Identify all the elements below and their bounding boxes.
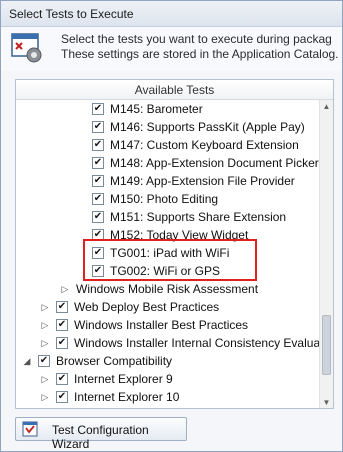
checkbox[interactable] (92, 103, 104, 115)
test-configuration-wizard-button[interactable]: Test Configuration Wizard (15, 417, 187, 451)
checkbox[interactable] (92, 229, 104, 241)
checkbox[interactable] (56, 337, 68, 349)
checkbox[interactable] (92, 175, 104, 187)
checkbox[interactable] (92, 247, 104, 259)
select-tests-dialog: Select Tests to Execute Select the tests… (0, 0, 343, 452)
tree-item-m150[interactable]: M150: Photo Editing (16, 190, 321, 208)
tree-item-windows-installer-best[interactable]: ▷ Windows Installer Best Practices (16, 316, 321, 334)
tree-item-label: Internet Explorer 9 (74, 372, 173, 386)
tree-item-label: M145: Barometer (110, 102, 203, 116)
tree-item-windows-installer-ice[interactable]: ▷ Windows Installer Internal Consistency… (16, 334, 331, 352)
tree-item-label: Web Deploy Best Practices (74, 300, 220, 314)
tree-item-label: TG002: WiFi or GPS (110, 264, 221, 278)
tree-item-browser-compatibility[interactable]: ◢ Browser Compatibility (16, 352, 321, 370)
chevron-down-icon[interactable]: ◢ (22, 355, 32, 367)
scroll-down-icon[interactable]: ▼ (320, 396, 333, 408)
tree-item-label: M148: App-Extension Document Picker (110, 156, 319, 170)
chevron-right-icon[interactable]: ▷ (40, 391, 50, 403)
tree-item-windows-mobile-risk[interactable]: ▷ Windows Mobile Risk Assessment (16, 280, 321, 298)
scrollbar-thumb[interactable] (322, 315, 331, 375)
available-tests-column-header[interactable]: Available Tests (16, 80, 333, 100)
tree-item-label: M147: Custom Keyboard Extension (110, 138, 299, 152)
header-description-line2: These settings are stored in the Applica… (61, 47, 339, 61)
settings-document-icon (11, 33, 42, 63)
tree-item-tg002[interactable]: TG002: WiFi or GPS (16, 262, 321, 280)
checkbox[interactable] (92, 139, 104, 151)
tree-item-label: M151: Supports Share Extension (110, 210, 287, 224)
tree-item-m151[interactable]: M151: Supports Share Extension (16, 208, 321, 226)
chevron-right-icon[interactable]: ▷ (60, 283, 70, 295)
tree-item-label: Browser Compatibility (56, 354, 173, 368)
tree-item-label: Windows Mobile Risk Assessment (76, 282, 259, 296)
test-tree: M145: Barometer M146: Supports PassKit (… (16, 100, 331, 408)
dialog-header: Select the tests you want to execute dur… (1, 27, 342, 71)
chevron-right-icon[interactable]: ▷ (40, 373, 50, 385)
chevron-right-icon[interactable]: ▷ (40, 301, 50, 313)
tree-item-tg001[interactable]: TG001: iPad with WiFi (16, 244, 321, 262)
checkbox[interactable] (92, 157, 104, 169)
checkbox[interactable] (56, 301, 68, 313)
dialog-title: Select Tests to Execute (1, 1, 342, 27)
wizard-button-label: Test Configuration Wizard (52, 423, 149, 451)
header-description-line1: Select the tests you want to execute dur… (61, 32, 332, 46)
checkbox[interactable] (92, 121, 104, 133)
checkbox[interactable] (56, 391, 68, 403)
scroll-up-icon[interactable]: ▲ (320, 100, 333, 114)
tree-item-label: TG001: iPad with WiFi (110, 246, 230, 260)
checkbox[interactable] (56, 319, 68, 331)
tree-item-ie9[interactable]: ▷ Internet Explorer 9 (16, 370, 321, 388)
checkbox[interactable] (38, 355, 50, 367)
tree-item-label: M150: Photo Editing (110, 192, 219, 206)
checklist-icon (22, 421, 38, 437)
chevron-right-icon[interactable]: ▷ (40, 337, 50, 349)
tree-item-m149[interactable]: M149: App-Extension File Provider (16, 172, 321, 190)
checkbox[interactable] (56, 373, 68, 385)
tree-item-m148[interactable]: M148: App-Extension Document Picker (16, 154, 321, 172)
checkbox[interactable] (92, 211, 104, 223)
checkbox[interactable] (92, 193, 104, 205)
tree-item-web-deploy[interactable]: ▷ Web Deploy Best Practices (16, 298, 321, 316)
tree-item-m147[interactable]: M147: Custom Keyboard Extension (16, 136, 321, 154)
tree-item-label: M152: Today View Widget (110, 228, 249, 242)
tree-item-label: Windows Installer Internal Consistency E… (74, 336, 331, 350)
checkbox[interactable] (92, 265, 104, 277)
tree-item-m152[interactable]: M152: Today View Widget (16, 226, 321, 244)
tree-item-m146[interactable]: M146: Supports PassKit (Apple Pay) (16, 118, 321, 136)
tree-item-label: M146: Supports PassKit (Apple Pay) (110, 120, 305, 134)
tree-item-m145[interactable]: M145: Barometer (16, 100, 321, 118)
tree-item-label: Internet Explorer 10 (74, 390, 180, 404)
available-tests-panel: Available Tests M145: Barometer M146: Su… (15, 79, 334, 409)
tree-item-ie10[interactable]: ▷ Internet Explorer 10 (16, 388, 321, 406)
vertical-scrollbar[interactable]: ▲ ▼ (319, 100, 333, 408)
tree-item-label: Windows Installer Best Practices (74, 318, 249, 332)
chevron-right-icon[interactable]: ▷ (40, 319, 50, 331)
tree-item-label: M149: App-Extension File Provider (110, 174, 295, 188)
